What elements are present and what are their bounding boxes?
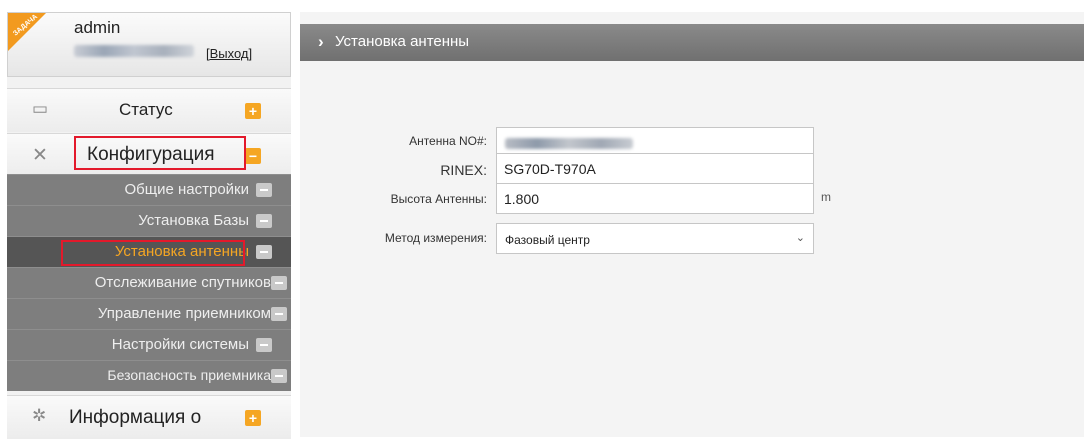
antenna-no-label: Антенна NO#: [409, 134, 487, 148]
menu-item-configuration[interactable]: ✕ Конфигурация − [7, 133, 291, 177]
submenu-system-settings[interactable]: Настройки системы [7, 329, 291, 360]
rinex-label: RINEX: [440, 162, 487, 178]
height-unit: m [821, 190, 831, 204]
submenu-receiver-control[interactable]: Управление приемником [7, 298, 291, 329]
main-panel: › Установка антенны Антенна NO#: RINEX: … [300, 12, 1084, 437]
highlight-box [74, 136, 246, 170]
minus-icon [256, 245, 272, 259]
rinex-field[interactable]: SG70D-T970A [496, 153, 814, 184]
chevron-down-icon: ⌄ [795, 232, 805, 244]
antenna-height-value: 1.800 [504, 191, 540, 207]
antenna-height-field[interactable]: 1.800 [496, 183, 814, 214]
submenu-label: Отслеживание спутников [94, 274, 271, 291]
tools-icon: ✕ [32, 145, 48, 166]
menu-item-label: Информация о [69, 407, 202, 428]
monitor-icon: ▭ [32, 99, 49, 118]
page-header: › Установка антенны [300, 24, 1084, 61]
menu-item-label: Статус [119, 100, 173, 119]
info-icon: ✲ [32, 406, 47, 425]
minus-icon [256, 338, 272, 352]
sidebar: ЗАДАЧА admin [Выход] ▭ Статус + ✕ Конфиг… [7, 12, 291, 439]
submenu-label: Настройки системы [111, 336, 249, 353]
antenna-height-label: Высота Антенны: [390, 192, 487, 206]
submenu-general-settings[interactable]: Общие настройки [7, 174, 291, 205]
highlight-box [61, 240, 245, 266]
submenu-label: Управление приемником [97, 305, 271, 322]
submenu-label: Общие настройки [124, 181, 250, 198]
submenu-satellite-tracking[interactable]: Отслеживание спутников [7, 267, 291, 298]
submenu-receiver-security[interactable]: Безопасность приемника [7, 360, 291, 391]
logout-link[interactable]: [Выход] [206, 46, 252, 61]
minus-icon [256, 183, 272, 197]
chevron-right-icon: › [318, 32, 324, 51]
blurred-user-id [74, 45, 194, 57]
submenu-antenna-setup[interactable]: Установка антенны [7, 236, 291, 267]
rinex-value: SG70D-T970A [504, 161, 596, 177]
expand-icon[interactable]: + [245, 103, 261, 119]
minus-icon [256, 214, 272, 228]
expand-icon[interactable]: + [245, 410, 261, 426]
measure-method-label: Метод измерения: [384, 231, 487, 245]
measure-method-value: Фазовый центр [505, 233, 590, 247]
minus-icon [271, 369, 287, 383]
collapse-icon[interactable]: − [245, 148, 261, 164]
minus-icon [271, 276, 287, 290]
submenu-label: Безопасность приемника [107, 367, 271, 383]
menu-item-status[interactable]: ▭ Статус + [7, 88, 291, 132]
page-title: Установка антенны [335, 33, 470, 50]
menu-item-information[interactable]: ✲ Информация о + [7, 395, 291, 439]
submenu-base-setup[interactable]: Установка Базы [7, 205, 291, 236]
user-panel: ЗАДАЧА admin [Выход] [7, 12, 291, 77]
submenu-label: Установка Базы [138, 212, 249, 229]
measure-method-select[interactable]: Фазовый центр ⌄ [496, 223, 814, 254]
username: admin [74, 18, 121, 37]
blurred-value [505, 138, 633, 149]
minus-icon [271, 307, 287, 321]
